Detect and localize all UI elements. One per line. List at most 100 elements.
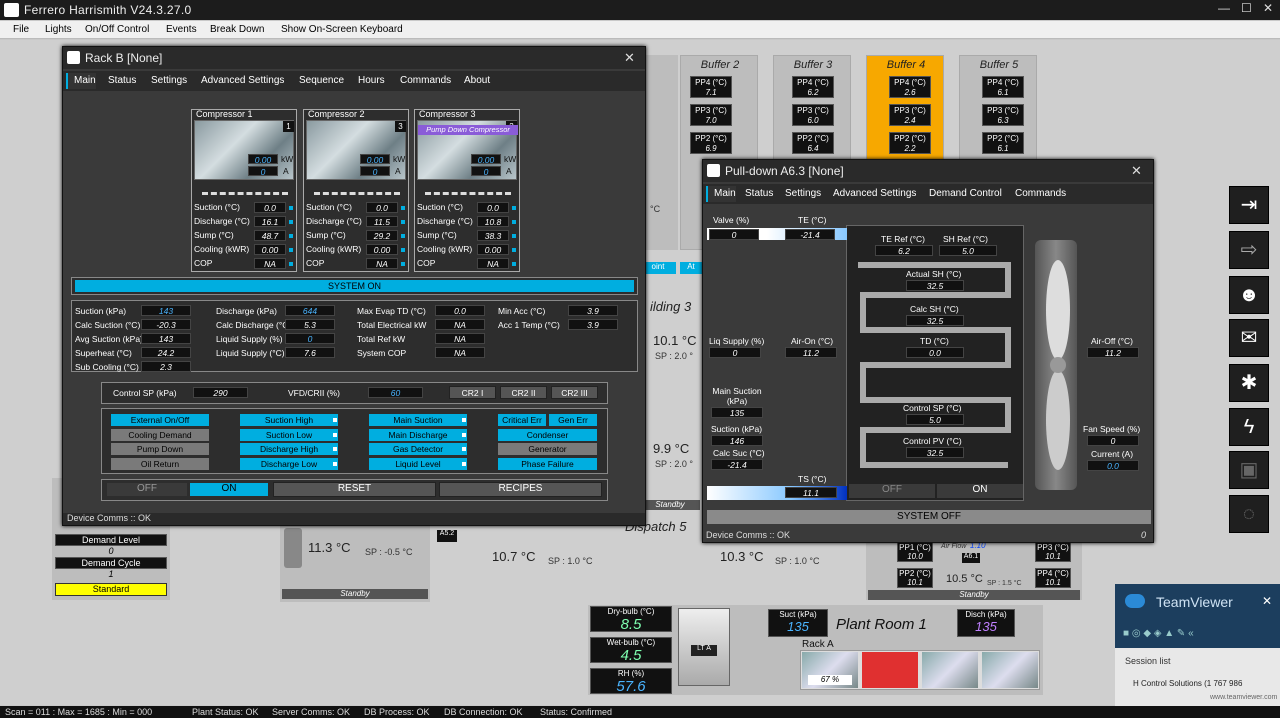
liq-supply-value: 0 xyxy=(709,347,761,358)
alarm-indicator[interactable]: Generator xyxy=(498,443,597,455)
teamviewer-close-icon[interactable]: ✕ xyxy=(1262,594,1272,608)
sh-ref-label: SH Ref (°C) xyxy=(943,234,988,244)
cr2-ii-button[interactable]: CR2 II xyxy=(500,386,547,399)
menu-lights[interactable]: Lights xyxy=(45,24,72,35)
at-button[interactable]: At xyxy=(680,262,702,274)
compressor-1-panel[interactable]: Compressor 1 1 0.00 kW 0 A Suction (°C) 0… xyxy=(191,109,297,272)
tab-commands[interactable]: Commands xyxy=(1015,188,1066,199)
tab-advanced-settings[interactable]: Advanced Settings xyxy=(201,75,284,86)
alarm-indicator[interactable]: Condenser xyxy=(498,428,597,441)
close-icon[interactable]: ✕ xyxy=(624,50,635,66)
alarm-indicator[interactable]: Gas Detector xyxy=(369,443,467,455)
pulldown-comms-count: 0 xyxy=(1141,530,1147,540)
compressor-3-icon[interactable] xyxy=(922,652,978,688)
pp4-box: PP4 (°C) 2.6 xyxy=(889,76,931,98)
on-button[interactable]: ON xyxy=(190,483,268,496)
alarm-indicator[interactable]: Critical Err xyxy=(498,414,546,426)
menu-on-off-control[interactable]: On/Off Control xyxy=(85,24,149,35)
param-label: System COP xyxy=(357,348,407,358)
alarm-indicator[interactable]: Cooling Demand xyxy=(111,428,209,441)
pp3-box: PP3 (°C) 7.0 xyxy=(690,104,732,126)
on-button[interactable]: ON xyxy=(937,484,1023,498)
tab-settings[interactable]: Settings xyxy=(785,188,821,199)
tab-demand-control[interactable]: Demand Control xyxy=(929,188,1002,199)
compressor-3-panel[interactable]: Compressor 3 2Pump Down Compressor0.00 k… xyxy=(414,109,520,272)
compressor-2-panel[interactable]: Compressor 2 3 0.00 kW 0 A Suction (°C) 0… xyxy=(303,109,409,272)
menu-show-keyboard[interactable]: Show On-Screen Keyboard xyxy=(281,24,403,35)
amp-value: 0 xyxy=(471,166,501,177)
diagnostics-icon[interactable]: ✱ xyxy=(1229,364,1269,402)
control-sp-input[interactable]: 290 xyxy=(193,387,248,398)
cr2-i-button[interactable]: CR2 I xyxy=(449,386,496,399)
alarm-indicator[interactable]: Oil Return xyxy=(111,457,209,470)
vfd-input[interactable]: 60 xyxy=(368,387,423,398)
cr2-iii-button[interactable]: CR2 III xyxy=(551,386,598,399)
tab-sequence[interactable]: Sequence xyxy=(299,75,344,86)
alarm-indicator[interactable]: Discharge High xyxy=(240,443,338,455)
alarm-indicator[interactable]: Discharge Low xyxy=(240,457,338,470)
mail-icon[interactable]: ✉ xyxy=(1229,319,1269,357)
off-button[interactable]: OFF xyxy=(849,484,935,498)
param-label: Suction (kPa) xyxy=(75,306,127,316)
pulldown-comms-status: Device Comms :: OK xyxy=(706,530,791,540)
maximize-button[interactable]: ☐ xyxy=(1241,1,1252,15)
tab-status[interactable]: Status xyxy=(108,75,136,86)
menu-events[interactable]: Events xyxy=(166,24,197,35)
row-label: Cooling (kWR) xyxy=(417,244,473,254)
teamviewer-toolbar-icons[interactable]: ■ ◎ ◆ ◈ ▲ ✎ « xyxy=(1123,628,1194,639)
tab-settings[interactable]: Settings xyxy=(151,75,187,86)
compressor-image xyxy=(306,120,406,180)
menu-break-down[interactable]: Break Down xyxy=(210,24,264,35)
login-icon[interactable]: ⇥ xyxy=(1229,186,1269,224)
tab-main[interactable]: Main xyxy=(66,73,96,89)
minimize-button[interactable]: — xyxy=(1218,1,1230,15)
tab-status[interactable]: Status xyxy=(745,188,773,199)
standard-button[interactable]: Standard xyxy=(55,583,167,596)
tab-hours[interactable]: Hours xyxy=(358,75,385,86)
amp-unit: A xyxy=(506,166,512,176)
temp-1: 10.1 °C xyxy=(653,333,697,348)
demand-cycle-value: 1 xyxy=(108,569,114,579)
alarm-indicator[interactable]: Suction High xyxy=(240,414,338,426)
alarm-indicator[interactable]: Main Discharge xyxy=(369,428,467,441)
param-value: 3.9 xyxy=(568,305,618,316)
suction-value: 146 xyxy=(711,435,763,446)
reset-button[interactable]: RESET xyxy=(273,482,436,497)
off-button[interactable]: OFF xyxy=(107,483,187,496)
alarm-indicator[interactable]: Gen Err xyxy=(549,414,597,426)
close-icon[interactable]: ✕ xyxy=(1131,163,1142,179)
cooling-value: 0.00 xyxy=(477,244,509,255)
alarm-indicator[interactable]: Suction Low xyxy=(240,428,338,441)
logout-icon[interactable]: ⇨ xyxy=(1229,231,1269,269)
alarm-indicator[interactable]: Liquid Level xyxy=(369,457,467,470)
row-label: COP xyxy=(306,258,325,268)
tab-about[interactable]: About xyxy=(464,75,490,86)
sump-value: 48.7 xyxy=(254,230,286,241)
status-led xyxy=(401,262,405,266)
param-value: 5.3 xyxy=(285,319,335,330)
rack-a-label[interactable]: Rack A xyxy=(802,639,834,650)
user-settings-icon[interactable]: ☻ xyxy=(1229,276,1269,314)
tab-main[interactable]: Main xyxy=(706,186,736,202)
session-list-label[interactable]: Session list xyxy=(1125,656,1171,666)
refresh-icon[interactable]: ◌ xyxy=(1229,495,1269,533)
menu-file[interactable]: File xyxy=(13,24,29,35)
session-entry[interactable]: H Control Solutions (1 767 986 xyxy=(1133,679,1242,688)
alarm-indicator[interactable]: Phase Failure xyxy=(498,457,597,470)
compressor-4-icon[interactable] xyxy=(982,652,1038,688)
recipes-button[interactable]: RECIPES xyxy=(439,482,602,497)
save-icon[interactable]: ▣ xyxy=(1229,451,1269,489)
alarm-indicator[interactable]: Pump Down xyxy=(111,443,209,455)
power-bolt-icon[interactable]: ϟ xyxy=(1229,408,1269,446)
a52-badge: A5.2 xyxy=(437,530,457,542)
alarm-indicator[interactable]: Main Suction xyxy=(369,414,467,426)
scan-status: Scan = 011 : Max = 1685 : Min = 000 xyxy=(5,707,153,717)
td-label: TD (°C) xyxy=(920,336,949,346)
compressor-name: Compressor 1 xyxy=(196,109,253,119)
compressor-2-icon[interactable] xyxy=(862,652,918,688)
alarm-indicator[interactable]: External On/Off xyxy=(111,414,209,426)
tab-advanced-settings[interactable]: Advanced Settings xyxy=(833,188,916,199)
fan-icon xyxy=(1046,260,1070,470)
tab-commands[interactable]: Commands xyxy=(400,75,451,86)
close-button[interactable]: ✕ xyxy=(1263,1,1273,15)
